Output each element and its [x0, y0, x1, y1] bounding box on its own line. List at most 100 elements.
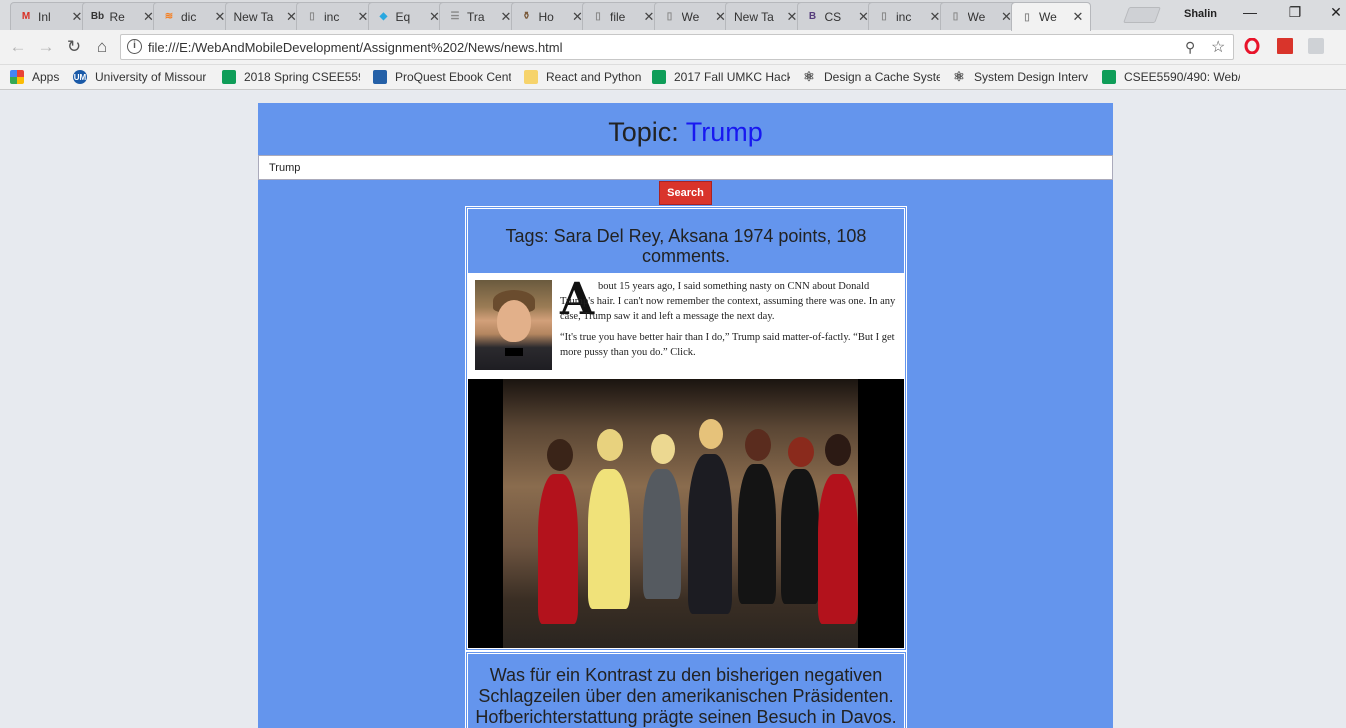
browser-tab[interactable]: New Ta ✕ — [224, 2, 305, 30]
file-icon: ▯ — [881, 11, 887, 22]
close-tab-icon[interactable]: ✕ — [1072, 9, 1084, 25]
browser-tab[interactable]: ▯ inc ✕ — [868, 2, 948, 30]
bookmark-label: University of Missour — [95, 70, 207, 84]
bookmark-item[interactable]: Apps — [10, 68, 59, 86]
bookmark-item[interactable]: UM University of Missour — [73, 68, 206, 86]
restore-icon[interactable]: ❐ — [1285, 4, 1305, 21]
browser-tab[interactable]: ▯ file ✕ — [582, 2, 662, 30]
browser-toolbar: ← → ↻ ⌂ i file:///E:/WebAndMobileDevelop… — [0, 30, 1346, 65]
zoom-icon[interactable]: ⚲ — [1185, 39, 1195, 56]
topic-label: Topic: — [608, 117, 679, 147]
article-text: Was für ein Kontrast zu den bisherigen n… — [475, 665, 897, 727]
bookmark-label: React and Python — [546, 70, 642, 84]
file-icon: ▯ — [309, 11, 315, 22]
tab-title: Eq — [395, 9, 411, 24]
bookmarks-bar: Apps UM University of Missour 2018 Spring C… — [0, 65, 1346, 90]
back-arrow-icon[interactable]: ← — [7, 36, 29, 58]
search-input[interactable]: Trump — [258, 155, 1113, 180]
browser-tab[interactable]: ☰ Tra ✕ — [439, 2, 519, 30]
new-tab-button[interactable] — [1123, 7, 1161, 23]
browser-tab[interactable]: M Inl ✕ — [10, 2, 90, 30]
home-icon[interactable]: ⌂ — [91, 36, 113, 58]
bookmark-label: Design a Cache Syste — [824, 70, 940, 84]
bookmark-star-icon[interactable]: ☆ — [1211, 37, 1225, 57]
bookmark-label: 2018 Spring CSEE559 — [244, 70, 360, 84]
tab-title: We — [967, 9, 986, 24]
browser-tab[interactable]: ≋ dic ✕ — [153, 2, 233, 30]
sheets-icon — [1102, 70, 1116, 84]
bookmark-item[interactable]: ⚛ System Design Interv — [952, 68, 1088, 86]
blackboard-icon: Bb — [90, 11, 105, 22]
article-photo — [468, 379, 904, 648]
tab-title: Re — [109, 9, 125, 24]
bookmark-item[interactable]: React and Python — [524, 68, 641, 86]
minimize-icon[interactable]: — — [1240, 4, 1260, 20]
browser-tab[interactable]: ◆ Eq ✕ — [367, 2, 448, 30]
file-icon: ▯ — [1024, 11, 1030, 23]
article-card: Was für ein Kontrast zu den bisherigen n… — [465, 651, 907, 728]
file-icon: ▯ — [952, 11, 959, 22]
portrait-photo — [475, 280, 552, 370]
address-bar[interactable]: i file:///E:/WebAndMobileDevelopment/Ass… — [120, 34, 1234, 60]
graduation-icon: ◆ — [379, 11, 388, 22]
clipping-text: bout 15 years ago, I said something nast… — [560, 279, 900, 360]
tab-title: Ho — [538, 9, 554, 24]
file-icon: ▯ — [595, 11, 601, 22]
jar-icon: ⚱ — [522, 11, 531, 22]
bookmark-item[interactable]: CSEE5590/490: Web/( — [1102, 68, 1240, 86]
bookmark-label: ProQuest Ebook Cent — [395, 70, 511, 84]
tab-title: inc — [896, 9, 912, 24]
tab-title: dic — [181, 9, 197, 24]
browser-tab[interactable]: ▯ We ✕ — [653, 2, 734, 30]
bookmark-item[interactable]: 2018 Spring CSEE559 — [222, 68, 360, 86]
list-icon: ☰ — [450, 11, 460, 22]
tab-title: Tra — [467, 9, 485, 24]
close-window-icon[interactable]: ✕ — [1326, 4, 1346, 21]
profile-name[interactable]: Shalin — [1184, 8, 1217, 20]
sheets-icon — [222, 70, 236, 84]
article-tags: Tags: Sara Del Rey, Aksana 1974 points, … — [505, 226, 867, 266]
tab-title: inc — [324, 9, 340, 24]
tab-title: New Ta — [233, 9, 274, 24]
tab-title: We — [1039, 10, 1057, 24]
browser-tab[interactable]: ▯ We ✕ — [939, 2, 1020, 30]
bookmark-extension-icon[interactable] — [1277, 38, 1293, 54]
article-card: Tags: Sara Del Rey, Aksana 1974 points, … — [465, 206, 907, 651]
bookmark-item[interactable]: ⚛ Design a Cache Syste — [802, 68, 940, 86]
university-icon: UM — [73, 70, 87, 84]
bookmark-label: 2017 Fall UMKC Hack — [674, 70, 790, 84]
clipping-paragraph: bout 15 years ago, I said something nast… — [560, 281, 896, 322]
clipping-paragraph: “It's true you have better hair than I d… — [560, 332, 895, 358]
browser-tab[interactable]: Bb Re ✕ — [81, 2, 162, 30]
apps-grid-icon — [10, 70, 24, 84]
tab-title: We — [681, 9, 700, 24]
browser-tab[interactable]: ▯ We ✕ — [1011, 2, 1091, 31]
bookmark-item[interactable]: ProQuest Ebook Cent — [373, 68, 511, 86]
tab-title: file — [610, 9, 626, 24]
browser-tab[interactable]: B CS ✕ — [796, 2, 877, 30]
stackoverflow-icon: ≋ — [164, 11, 174, 22]
info-icon[interactable]: i — [127, 39, 142, 54]
bootstrap-icon: B — [808, 11, 817, 22]
browser-tab[interactable]: ⚱ Ho ✕ — [510, 2, 591, 30]
bookmark-label: CSEE5590/490: Web/( — [1124, 70, 1240, 84]
browser-tab[interactable]: New Ta ✕ — [725, 2, 805, 30]
browser-tab[interactable]: ▯ inc ✕ — [296, 2, 376, 30]
forward-arrow-icon[interactable]: → — [35, 36, 57, 58]
sheets-icon — [652, 70, 666, 84]
folder-icon — [524, 70, 538, 84]
search-button[interactable]: Search — [659, 181, 712, 205]
leetcode-icon: ⚛ — [953, 69, 965, 84]
page-title: Topic: Trump — [258, 117, 1113, 148]
news-panel: Topic: Trump Trump Search Tags: Sara Del… — [258, 103, 1113, 728]
article-clipping-image: A bout 15 years ago, I said something na… — [468, 273, 904, 379]
topic-value: Trump — [685, 117, 763, 147]
reload-icon[interactable]: ↻ — [63, 36, 85, 58]
bookmark-label: System Design Interv — [974, 70, 1089, 84]
url-text[interactable]: file:///E:/WebAndMobileDevelopment/Assig… — [148, 40, 563, 55]
gmail-icon: M — [21, 11, 31, 22]
proquest-icon — [373, 70, 387, 84]
bookmark-item[interactable]: 2017 Fall UMKC Hack — [652, 68, 790, 86]
extension-icon[interactable] — [1308, 38, 1324, 54]
opera-icon[interactable] — [1244, 38, 1260, 54]
